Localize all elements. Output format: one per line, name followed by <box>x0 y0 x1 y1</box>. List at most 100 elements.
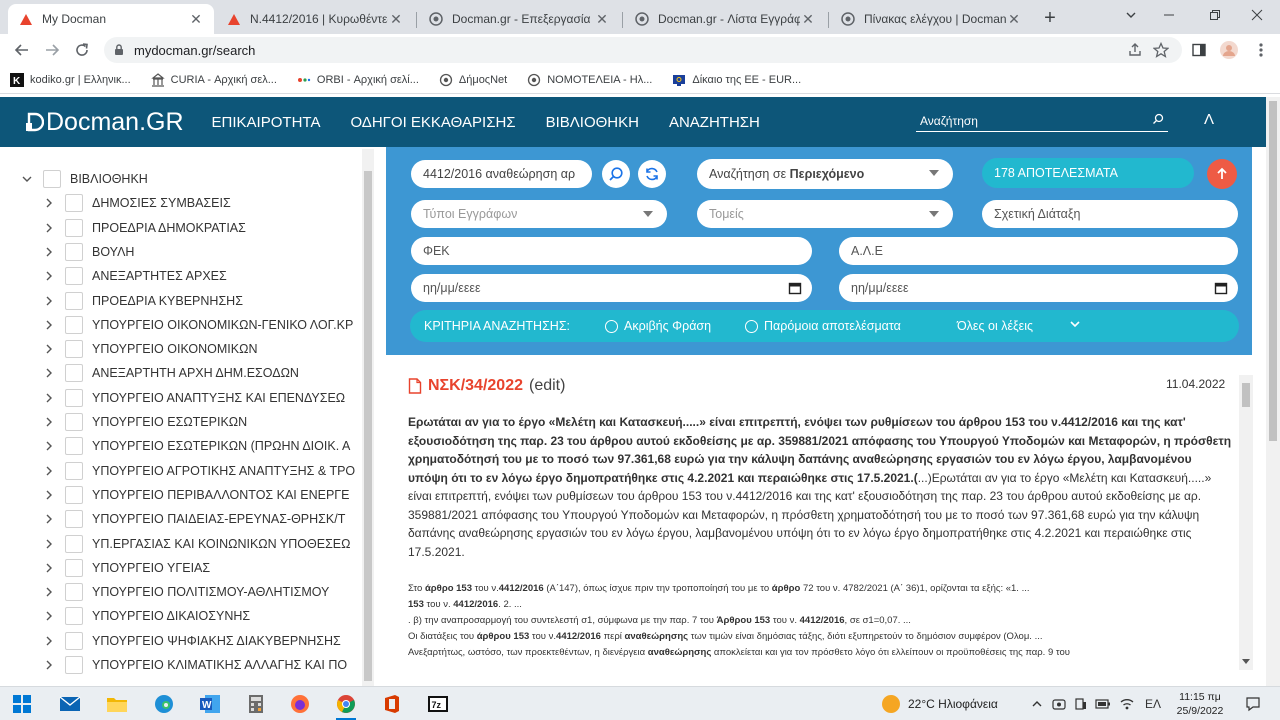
nav-epikairotita[interactable]: ΕΠΙΚΑΙΡΟΤΗΤΑ <box>212 114 321 131</box>
date-from-input[interactable]: ηη/μμ/εεεε <box>411 274 812 302</box>
language-indicator[interactable]: ΕΛ <box>1142 695 1164 713</box>
chevron-right-icon[interactable] <box>42 415 56 429</box>
tree-checkbox[interactable] <box>65 218 83 237</box>
system-clock[interactable]: 11:15 πμ 25/9/2022 <box>1168 690 1232 718</box>
chevron-right-icon[interactable] <box>42 366 56 380</box>
forward-button[interactable] <box>40 38 64 62</box>
tree-item[interactable]: ΥΠ.ΕΡΓΑΣΙΑΣ ΚΑΙ ΚΟΙΝΩΝΙΚΩΝ ΥΠΟΘΕΣΕΩ <box>0 532 362 556</box>
tree-item[interactable]: ΥΠΟΥΡΓΕΙΟ ΟΙΚΟΝΟΜΙΚΩΝ <box>0 337 362 361</box>
tree-item[interactable]: ΠΡΟΕΔΡΙΑ ΚΥΒΕΡΝΗΣΗΣ <box>0 289 362 313</box>
result-scrollbar[interactable] <box>1239 375 1253 670</box>
tree-checkbox[interactable] <box>65 315 83 334</box>
search-in-select[interactable]: Αναζήτηση σε Περιεχόμενο <box>697 159 953 189</box>
nav-anazitisi[interactable]: ΑΝΑΖΗΤΗΣΗ <box>669 114 760 131</box>
tree-item[interactable]: ΒΟΥΛΗ <box>0 240 362 264</box>
mail-icon[interactable] <box>56 690 84 718</box>
tree-checkbox[interactable] <box>65 461 83 480</box>
result-code-link[interactable]: ΝΣΚ/34/2022 <box>428 377 523 395</box>
chevron-right-icon[interactable] <box>42 609 56 623</box>
nav-odigoi[interactable]: ΟΔΗΓΟΙ ΕΚΚΑΘΑΡΙΣΗΣ <box>350 114 515 131</box>
weather-widget[interactable]: 22°C Ηλιοφάνεια <box>882 695 998 713</box>
tree-checkbox[interactable] <box>65 534 83 553</box>
close-window-button[interactable] <box>1234 0 1280 30</box>
calendar-icon[interactable] <box>788 281 802 295</box>
fek-input[interactable]: ΦΕΚ <box>411 237 812 265</box>
chrome-icon[interactable] <box>332 690 360 720</box>
bookmark-orbi[interactable]: ORBI - Αρχική σελί... <box>297 73 419 87</box>
chevron-right-icon[interactable] <box>42 269 56 283</box>
tree-item[interactable]: ΥΠΟΥΡΓΕΙΟ ΟΙΚΟΝΟΜΙΚΩΝ-ΓΕΝΙΚΟ ΛΟΓ.ΚΡ <box>0 313 362 337</box>
tree-checkbox[interactable] <box>65 194 83 213</box>
back-button[interactable] <box>10 38 34 62</box>
chevron-down-icon[interactable] <box>20 172 34 186</box>
chevron-right-icon[interactable] <box>42 512 56 526</box>
related-provision-input[interactable]: Σχετική Διάταξη <box>982 200 1238 228</box>
tree-checkbox[interactable] <box>65 485 83 504</box>
tab-my-docman[interactable]: My Docman ✕ <box>8 4 214 34</box>
chevron-right-icon[interactable] <box>42 561 56 575</box>
chevron-right-icon[interactable] <box>42 634 56 648</box>
search-button[interactable] <box>602 160 630 188</box>
tree-checkbox[interactable] <box>65 242 83 261</box>
ale-input[interactable]: Α.Λ.Ε <box>839 237 1238 265</box>
chevron-right-icon[interactable] <box>42 318 56 332</box>
tab-docman-list[interactable]: Docman.gr - Λίστα Εγγράφω ✕ <box>624 4 826 34</box>
tree-checkbox[interactable] <box>43 170 61 188</box>
tree-item[interactable]: ΥΠΟΥΡΓΕΙΟ ΥΓΕΙΑΣ <box>0 556 362 580</box>
user-menu-button[interactable]: Λ <box>1204 111 1214 128</box>
office-icon[interactable] <box>378 690 406 718</box>
profile-avatar-icon[interactable] <box>1218 39 1240 61</box>
firefox-icon[interactable] <box>286 690 314 718</box>
chevron-right-icon[interactable] <box>42 342 56 356</box>
address-bar[interactable]: mydocman.gr/search <box>104 37 1182 63</box>
tree-checkbox[interactable] <box>65 510 83 529</box>
search-query-input[interactable]: 4412/2016 αναθεώρηση αρ <box>411 160 592 188</box>
chevron-right-icon[interactable] <box>42 488 56 502</box>
reload-button[interactable] <box>70 38 94 62</box>
tree-checkbox[interactable] <box>65 267 83 286</box>
calculator-icon[interactable] <box>242 690 270 718</box>
tree-item[interactable]: ΥΠΟΥΡΓΕΙΟ ΕΣΩΤΕΡΙΚΩΝ <box>0 410 362 434</box>
chevron-right-icon[interactable] <box>42 294 56 308</box>
restore-button[interactable] <box>1192 0 1238 30</box>
chevron-right-icon[interactable] <box>42 245 56 259</box>
nav-vivliothiki[interactable]: ΒΙΒΛΙΟΘΗΚΗ <box>546 114 639 131</box>
tree-item[interactable]: ΑΝΕΞΑΡΤΗΤΕΣ ΑΡΧΕΣ <box>0 264 362 288</box>
battery-icon[interactable] <box>1094 695 1112 713</box>
tab-close-icon[interactable]: ✕ <box>388 11 404 27</box>
tree-item[interactable]: ΥΠΟΥΡΓΕΙΟ ΠΕΡΙΒΑΛΛΟΝΤΟΣ ΚΑΙ ΕΝΕΡΓΕ <box>0 483 362 507</box>
tree-item[interactable]: ΔΗΜΟΣΙΕΣ ΣΥΜΒΑΣΕΙΣ <box>0 191 362 215</box>
7zip-icon[interactable]: 7z <box>424 690 452 718</box>
tab-close-icon[interactable]: ✕ <box>594 11 610 27</box>
tab-n4412[interactable]: Ν.4412/2016 | Κυρωθέντες μ ✕ <box>216 4 414 34</box>
tree-checkbox[interactable] <box>65 631 83 650</box>
wifi-icon[interactable] <box>1118 695 1136 713</box>
header-search-input[interactable]: Αναζήτηση <box>916 110 1168 132</box>
doc-types-select[interactable]: Τύποι Εγγράφων <box>411 200 667 228</box>
bookmark-kodiko[interactable]: K kodiko.gr | Ελληνικ... <box>10 72 131 87</box>
tree-item[interactable]: ΥΠΟΥΡΓΕΙΟ ΕΣΩΤΕΡΙΚΩΝ (ΠΡΩΗΝ ΔΙΟΙΚ. Α <box>0 434 362 458</box>
date-to-input[interactable]: ηη/μμ/εεεε <box>839 274 1238 302</box>
tree-item[interactable]: ΥΠΟΥΡΓΕΙΟ ΚΛΙΜΑΤΙΚΗΣ ΑΛΛΑΓΗΣ ΚΑΙ ΠΟ <box>0 653 362 677</box>
new-tab-button[interactable]: + <box>1038 6 1062 30</box>
chevron-down-icon[interactable] <box>1070 319 1080 329</box>
side-panel-icon[interactable] <box>1188 39 1210 61</box>
word-icon[interactable]: W <box>196 690 224 718</box>
scroll-top-button[interactable] <box>1207 159 1237 189</box>
all-words-select[interactable]: Όλες οι λέξεις <box>957 319 1033 333</box>
sectors-select[interactable]: Τομείς <box>697 200 953 228</box>
tree-item[interactable]: ΥΠΟΥΡΓΕΙΟ ΑΝΑΠΤΥΞΗΣ ΚΑΙ ΕΠΕΝΔΥΣΕΩ <box>0 386 362 410</box>
page-scrollbar[interactable] <box>1266 97 1280 686</box>
bookmark-curia[interactable]: CURIA - Αρχική σελ... <box>150 72 277 87</box>
chevron-right-icon[interactable] <box>42 585 56 599</box>
tree-item[interactable]: ΑΝΕΞΑΡΤΗΤΗ ΑΡΧΗ ΔΗΜ.ΕΣΟΔΩΝ <box>0 361 362 385</box>
menu-dots-icon[interactable] <box>1250 39 1272 61</box>
tab-close-icon[interactable]: ✕ <box>1006 11 1022 27</box>
similar-results-radio[interactable]: Παρόμοια αποτελέσματα <box>745 319 901 333</box>
bookmark-eurlex[interactable]: Δίκαιο της ΕΕ - EUR... <box>672 73 801 87</box>
notifications-icon[interactable] <box>1244 695 1262 713</box>
docman-logo[interactable]: Docman.GR <box>26 108 184 137</box>
tree-item[interactable]: ΥΠΟΥΡΓΕΙΟ ΑΓΡΟΤΙΚΗΣ ΑΝΑΠΤΥΞΗΣ & ΤΡΟ <box>0 459 362 483</box>
tree-item[interactable]: ΠΡΟΕΔΡΙΑ ΔΗΜΟΚΡΑΤΙΑΣ <box>0 216 362 240</box>
tab-control-panel[interactable]: Πίνακας ελέγχου | Docman.g ✕ <box>830 4 1032 34</box>
